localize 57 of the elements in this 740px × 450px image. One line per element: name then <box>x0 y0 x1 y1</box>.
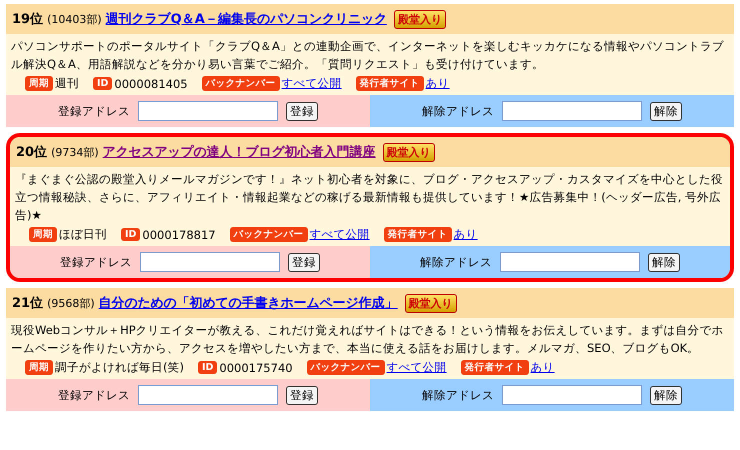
meta-value: 0000175740 <box>219 360 293 374</box>
address-field[interactable] <box>500 252 640 272</box>
title-link[interactable]: アクセスアップの達人！ブログ初心者入門講座 <box>102 143 376 161</box>
reader-count: (9734部) <box>51 144 99 160</box>
meta-tag: 周期 <box>29 227 57 242</box>
address-field[interactable] <box>140 252 280 272</box>
rank-label: 21位 <box>12 295 44 312</box>
meta-tag: ID <box>121 228 140 241</box>
unsubscribe-button[interactable]: 解除 <box>650 102 682 120</box>
description-text: 現役Webコンサル＋HPクリエイターが教える、これだけ覚えればサイトはできる！という情報をお伝えしています。まずは自分でホームページを作りたい方から、アクセスを増やしたい方まで、本当に使える話をお届けします。メルマガ、SEO、ブログもOK。 <box>11 322 725 357</box>
meta-link[interactable]: すべて公開 <box>310 227 370 242</box>
meta-value: 調子がよければ毎日(笑) <box>55 360 184 375</box>
unsubscribe-button[interactable]: 解除 <box>648 252 680 272</box>
subscribe-button[interactable]: 登録 <box>288 252 320 272</box>
meta-value: 週刊 <box>55 76 79 91</box>
description-text: パソコンサポートのポータルサイト「クラブQ＆A」との連動企画で、インターネットを楽しむキッカケになる情報やパソコントラブル解決Q＆A、用語解説などを分かり易い言葉でご紹介。「質問リクエスト」も受け付けています。 <box>11 38 725 73</box>
meta-link[interactable]: あり <box>426 76 450 91</box>
address-field[interactable] <box>502 101 642 121</box>
meta-tag: 発行者サイト <box>460 360 529 375</box>
meta-value: 0000178817 <box>142 228 216 242</box>
meta-tag: 発行者サイト <box>384 227 452 242</box>
description-text: 『まぐまぐ公認の殿堂入りメールマガジンです！』ネット初心者を対象に、ブログ・アクセスアップ・カスタマイズを中心とした役立つ情報秘訣、さらに、アフィリエイト・情報起業などの稼げる最新情報も提供しています！★広告募集中！(ヘッダー広告, 号外広告)★ <box>15 171 724 224</box>
meta-link[interactable]: あり <box>530 360 555 375</box>
address-field[interactable] <box>138 385 278 405</box>
field-label: 解除アドレス <box>422 104 494 118</box>
meta-link[interactable]: あり <box>454 227 478 242</box>
field-label: 登録アドレス <box>58 104 130 118</box>
award-badge: 殿堂入り <box>404 294 457 312</box>
subscribe-button[interactable]: 登録 <box>286 102 318 120</box>
reader-count: (10403部) <box>47 12 102 26</box>
unsubscribe-button[interactable]: 解除 <box>650 386 682 404</box>
title-link[interactable]: 週刊クラブQ＆A－編集長のパソコンクリニック <box>106 10 387 28</box>
address-field[interactable] <box>138 101 278 121</box>
meta-tag: 周期 <box>25 360 53 375</box>
rank-label: 20位 <box>16 144 48 161</box>
meta-value: 0000081405 <box>114 76 188 90</box>
field-label: 解除アドレス <box>422 388 494 402</box>
meta-value: ほぼ日刊 <box>59 227 107 242</box>
meta-tag: ID <box>93 77 112 90</box>
meta-tag: ID <box>198 361 218 374</box>
rank-label: 19位 <box>12 11 44 28</box>
title-link[interactable]: 自分のための「初めての手書きホームページ作成」 <box>98 294 398 312</box>
address-field[interactable] <box>502 385 642 405</box>
subscribe-button[interactable]: 登録 <box>286 386 318 404</box>
field-label: 解除アドレス <box>420 254 492 270</box>
meta-tag: バックナンバー <box>306 360 385 375</box>
meta-tag: バックナンバー <box>230 227 308 242</box>
meta-tag: 発行者サイト <box>356 76 424 91</box>
meta-link[interactable]: すべて公開 <box>386 360 447 375</box>
field-label: 登録アドレス <box>60 254 132 270</box>
award-badge: 殿堂入り <box>382 142 435 162</box>
award-badge: 殿堂入り <box>394 10 446 28</box>
meta-link[interactable]: すべて公開 <box>282 76 342 91</box>
meta-tag: 周期 <box>25 76 53 91</box>
field-label: 登録アドレス <box>58 388 130 402</box>
reader-count: (9568部) <box>47 296 95 310</box>
meta-tag: バックナンバー <box>202 76 280 91</box>
